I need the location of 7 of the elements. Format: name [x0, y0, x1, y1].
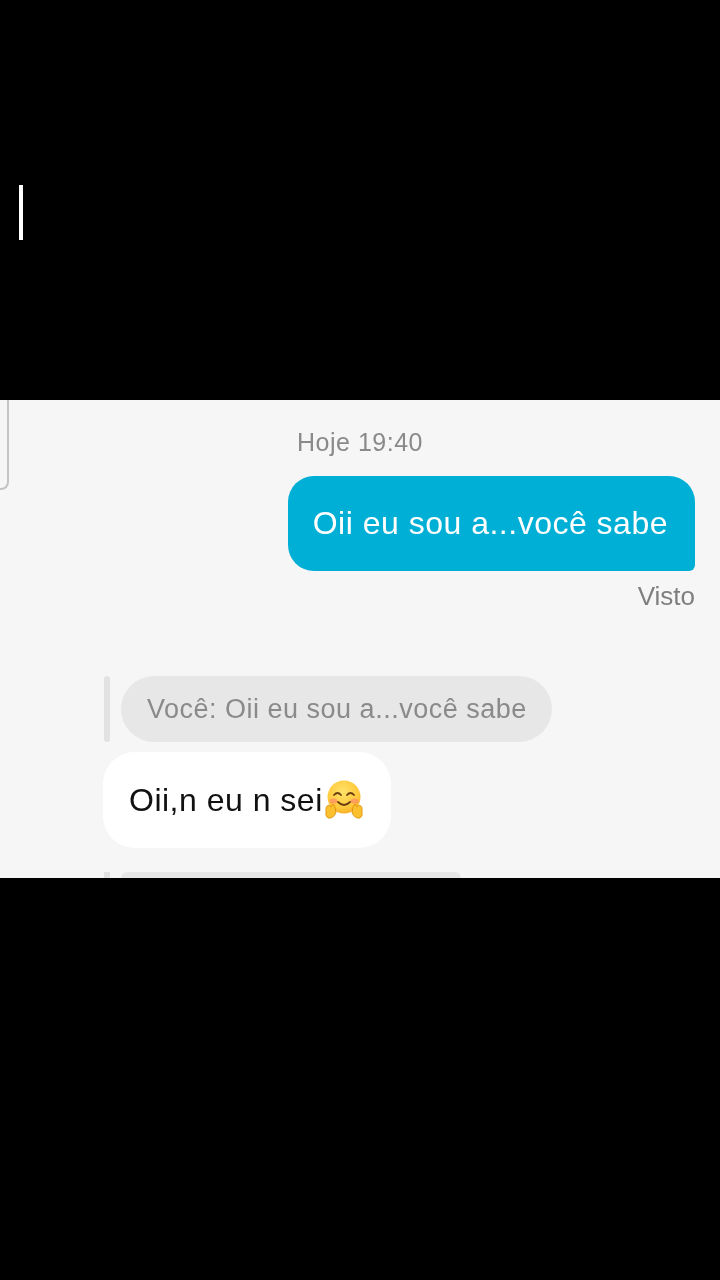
message-text: Oii,n eu n sei	[129, 781, 323, 820]
reply-indicator-bar	[104, 872, 110, 878]
seen-status: Visto	[637, 583, 695, 609]
timestamp: Hoje 19:40	[296, 428, 424, 456]
text-cursor	[19, 185, 23, 240]
sent-message-bubble: Oii eu sou a...você sabe	[287, 476, 695, 571]
quoted-message: Você: Oii eu sou a...você sabe	[121, 676, 552, 742]
